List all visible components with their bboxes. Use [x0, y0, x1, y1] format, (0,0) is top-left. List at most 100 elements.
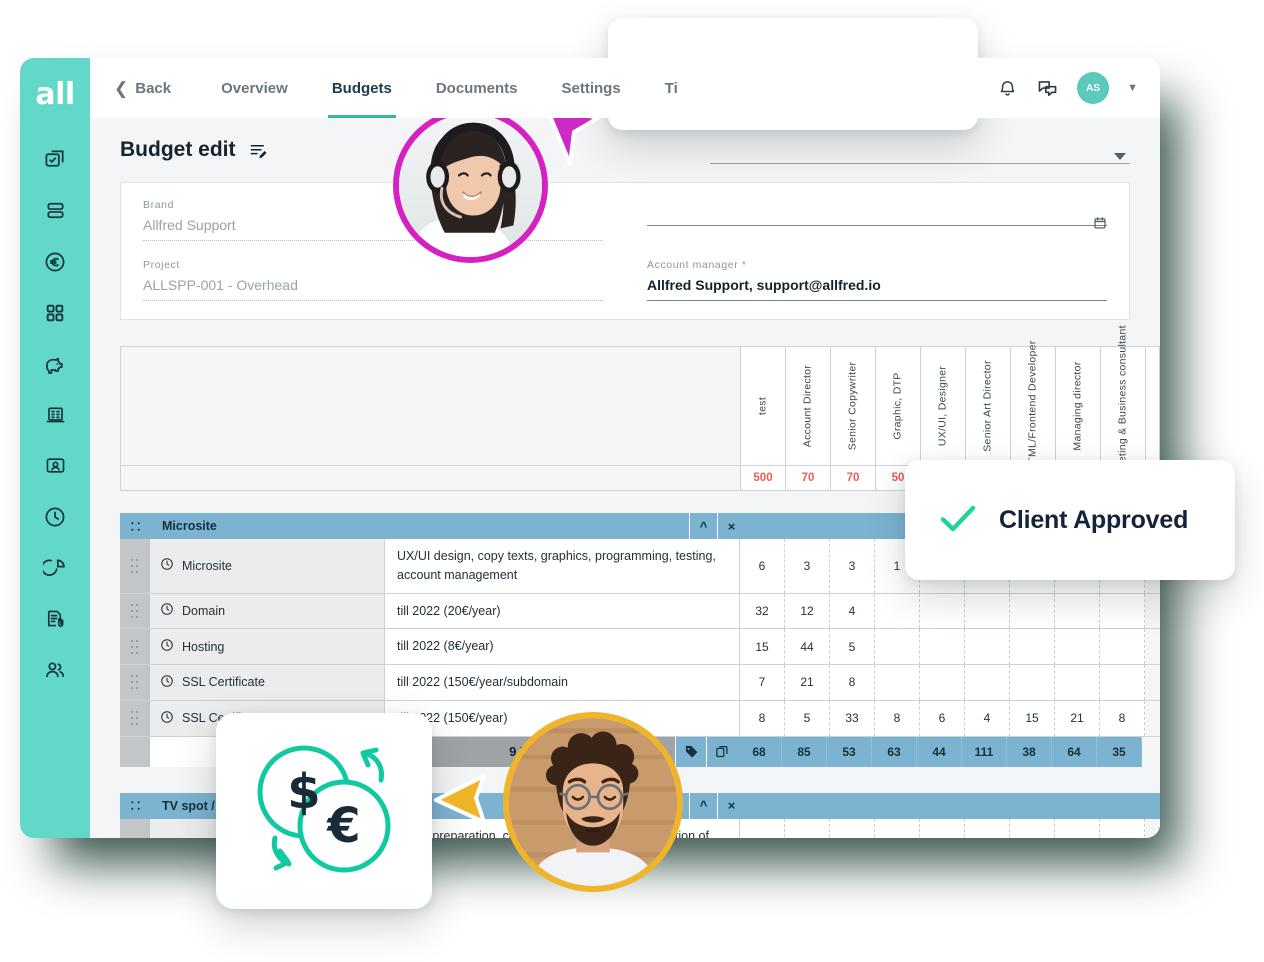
copy-icon[interactable]	[706, 736, 737, 767]
row-value-cell[interactable]: 15	[740, 629, 785, 664]
sidebar-item-budgets[interactable]	[33, 236, 77, 287]
row-drag-handle[interactable]	[120, 818, 150, 838]
row-value-cell[interactable]	[1100, 593, 1145, 629]
row-description-cell[interactable]: till 2022 (150€/year/subdomain	[385, 665, 740, 700]
row-value-cell[interactable]: 8	[1100, 700, 1145, 736]
tab-timesheets[interactable]: Ti	[643, 58, 700, 118]
row-value-cell[interactable]	[965, 665, 1010, 700]
role-header[interactable]: UX/UI, Designer	[921, 347, 966, 465]
row-name-cell[interactable]: Microsite	[150, 539, 385, 593]
bell-icon[interactable]	[997, 78, 1018, 99]
sidebar-item-contacts[interactable]	[33, 440, 77, 491]
account-manager-input[interactable]: Allfred Support, support@allfred.io	[647, 277, 1107, 301]
collapse-group-button[interactable]: ^	[689, 792, 717, 819]
row-value-cell[interactable]: 1	[785, 818, 830, 838]
row-value-cell[interactable]: 31	[965, 818, 1010, 838]
calendar-icon[interactable]	[1093, 216, 1107, 235]
row-value-cell[interactable]	[1055, 629, 1100, 664]
row-value-cell[interactable]	[1055, 665, 1100, 700]
date-input[interactable]	[647, 205, 1107, 226]
sidebar-item-company[interactable]	[33, 389, 77, 440]
sidebar-item-people[interactable]	[33, 644, 77, 695]
row-value-cell[interactable]: 12	[875, 818, 920, 838]
row-value-cell[interactable]: 5	[830, 629, 875, 664]
row-name-cell[interactable]: Hosting	[150, 629, 385, 664]
role-header[interactable]: HTML/Frontend Developer	[1011, 340, 1056, 472]
row-value-cell[interactable]: 8	[875, 700, 920, 736]
sidebar-item-projects[interactable]	[33, 185, 77, 236]
brand-logo[interactable]: all	[35, 80, 75, 110]
row-value-cell[interactable]: 2	[830, 818, 875, 838]
row-drag-handle[interactable]	[120, 700, 150, 736]
row-value-cell[interactable]	[1100, 629, 1145, 664]
row-value-cell[interactable]	[920, 665, 965, 700]
row-value-cell[interactable]: 6	[920, 700, 965, 736]
rate-cell[interactable]: 70	[831, 466, 876, 490]
row-value-cell[interactable]: 8	[1010, 818, 1055, 838]
tab-overview[interactable]: Overview	[199, 58, 310, 118]
row-description-cell[interactable]: till 2022 (20€/year)	[385, 593, 740, 629]
row-value-cell[interactable]	[875, 665, 920, 700]
drag-handle-icon[interactable]	[120, 792, 150, 819]
row-value-cell[interactable]: 44	[785, 629, 830, 664]
role-header[interactable]: test	[741, 347, 786, 465]
rate-cell[interactable]: 70	[786, 466, 831, 490]
row-value-cell[interactable]	[965, 593, 1010, 629]
row-name-cell[interactable]: Domain	[150, 593, 385, 629]
row-value-cell[interactable]: 8	[830, 665, 875, 700]
row-value-cell[interactable]	[920, 593, 965, 629]
row-description-cell[interactable]: till 2022 (8€/year)	[385, 629, 740, 664]
row-value-cell[interactable]: 4	[830, 593, 875, 629]
row-value-cell[interactable]: 15	[1010, 700, 1055, 736]
row-drag-handle[interactable]	[120, 593, 150, 629]
chevron-down-icon[interactable]: ▼	[1127, 82, 1138, 94]
row-value-cell[interactable]: 4	[965, 700, 1010, 736]
role-header[interactable]: Account Director	[786, 347, 831, 465]
row-value-cell[interactable]	[1100, 665, 1145, 700]
collapse-group-button[interactable]: ^	[689, 513, 717, 539]
row-value-cell[interactable]	[875, 593, 920, 629]
tab-documents[interactable]: Documents	[414, 58, 540, 118]
row-value-cell[interactable]: 3	[785, 539, 830, 593]
tab-budgets[interactable]: Budgets	[310, 58, 414, 118]
row-value-cell[interactable]: 8	[740, 700, 785, 736]
row-value-cell[interactable]: 1	[1100, 818, 1145, 838]
sidebar-item-reports[interactable]	[33, 542, 77, 593]
row-drag-handle[interactable]	[120, 665, 150, 700]
sidebar-item-tasks[interactable]	[33, 134, 77, 185]
back-button[interactable]: ❮ Back	[114, 80, 171, 97]
row-value-cell[interactable]	[1010, 593, 1055, 629]
sidebar-item-documents[interactable]	[33, 593, 77, 644]
close-group-button[interactable]: ×	[717, 792, 745, 819]
row-value-cell[interactable]: 21	[785, 665, 830, 700]
row-value-cell[interactable]	[1055, 593, 1100, 629]
row-value-cell[interactable]: 5	[785, 700, 830, 736]
row-value-cell[interactable]	[920, 629, 965, 664]
role-header[interactable]: Senior Art Director	[966, 347, 1011, 465]
row-value-cell[interactable]: 14	[920, 818, 965, 838]
row-value-cell[interactable]	[1010, 665, 1055, 700]
sidebar-item-finance[interactable]	[33, 338, 77, 389]
role-header[interactable]: Graphic, DTP	[876, 347, 921, 465]
row-value-cell[interactable]: 21	[1055, 700, 1100, 736]
row-description-cell[interactable]: UX/UI design, copy texts, graphics, prog…	[385, 539, 740, 593]
chat-icon[interactable]	[1036, 77, 1059, 100]
row-value-cell[interactable]: 15	[1055, 818, 1100, 838]
row-value-cell[interactable]: 1	[740, 818, 785, 838]
role-header[interactable]: Marketing & Business consultant	[1101, 325, 1146, 487]
row-drag-handle[interactable]	[120, 539, 150, 593]
role-header[interactable]: Senior Copywriter	[831, 347, 876, 465]
row-value-cell[interactable]	[1010, 629, 1055, 664]
row-value-cell[interactable]: 33	[830, 700, 875, 736]
row-name-cell[interactable]: SSL Certificate	[150, 665, 385, 700]
rate-cell[interactable]: 500	[741, 466, 786, 490]
row-value-cell[interactable]	[965, 629, 1010, 664]
row-value-cell[interactable]: 7	[740, 665, 785, 700]
edit-list-icon[interactable]	[249, 141, 268, 160]
drag-handle-icon[interactable]	[120, 513, 150, 539]
tab-settings[interactable]: Settings	[540, 58, 643, 118]
sidebar-item-dashboard[interactable]	[33, 287, 77, 338]
row-value-cell[interactable]: 6	[740, 539, 785, 593]
tag-icon[interactable]	[675, 736, 706, 767]
row-drag-handle[interactable]	[120, 629, 150, 664]
